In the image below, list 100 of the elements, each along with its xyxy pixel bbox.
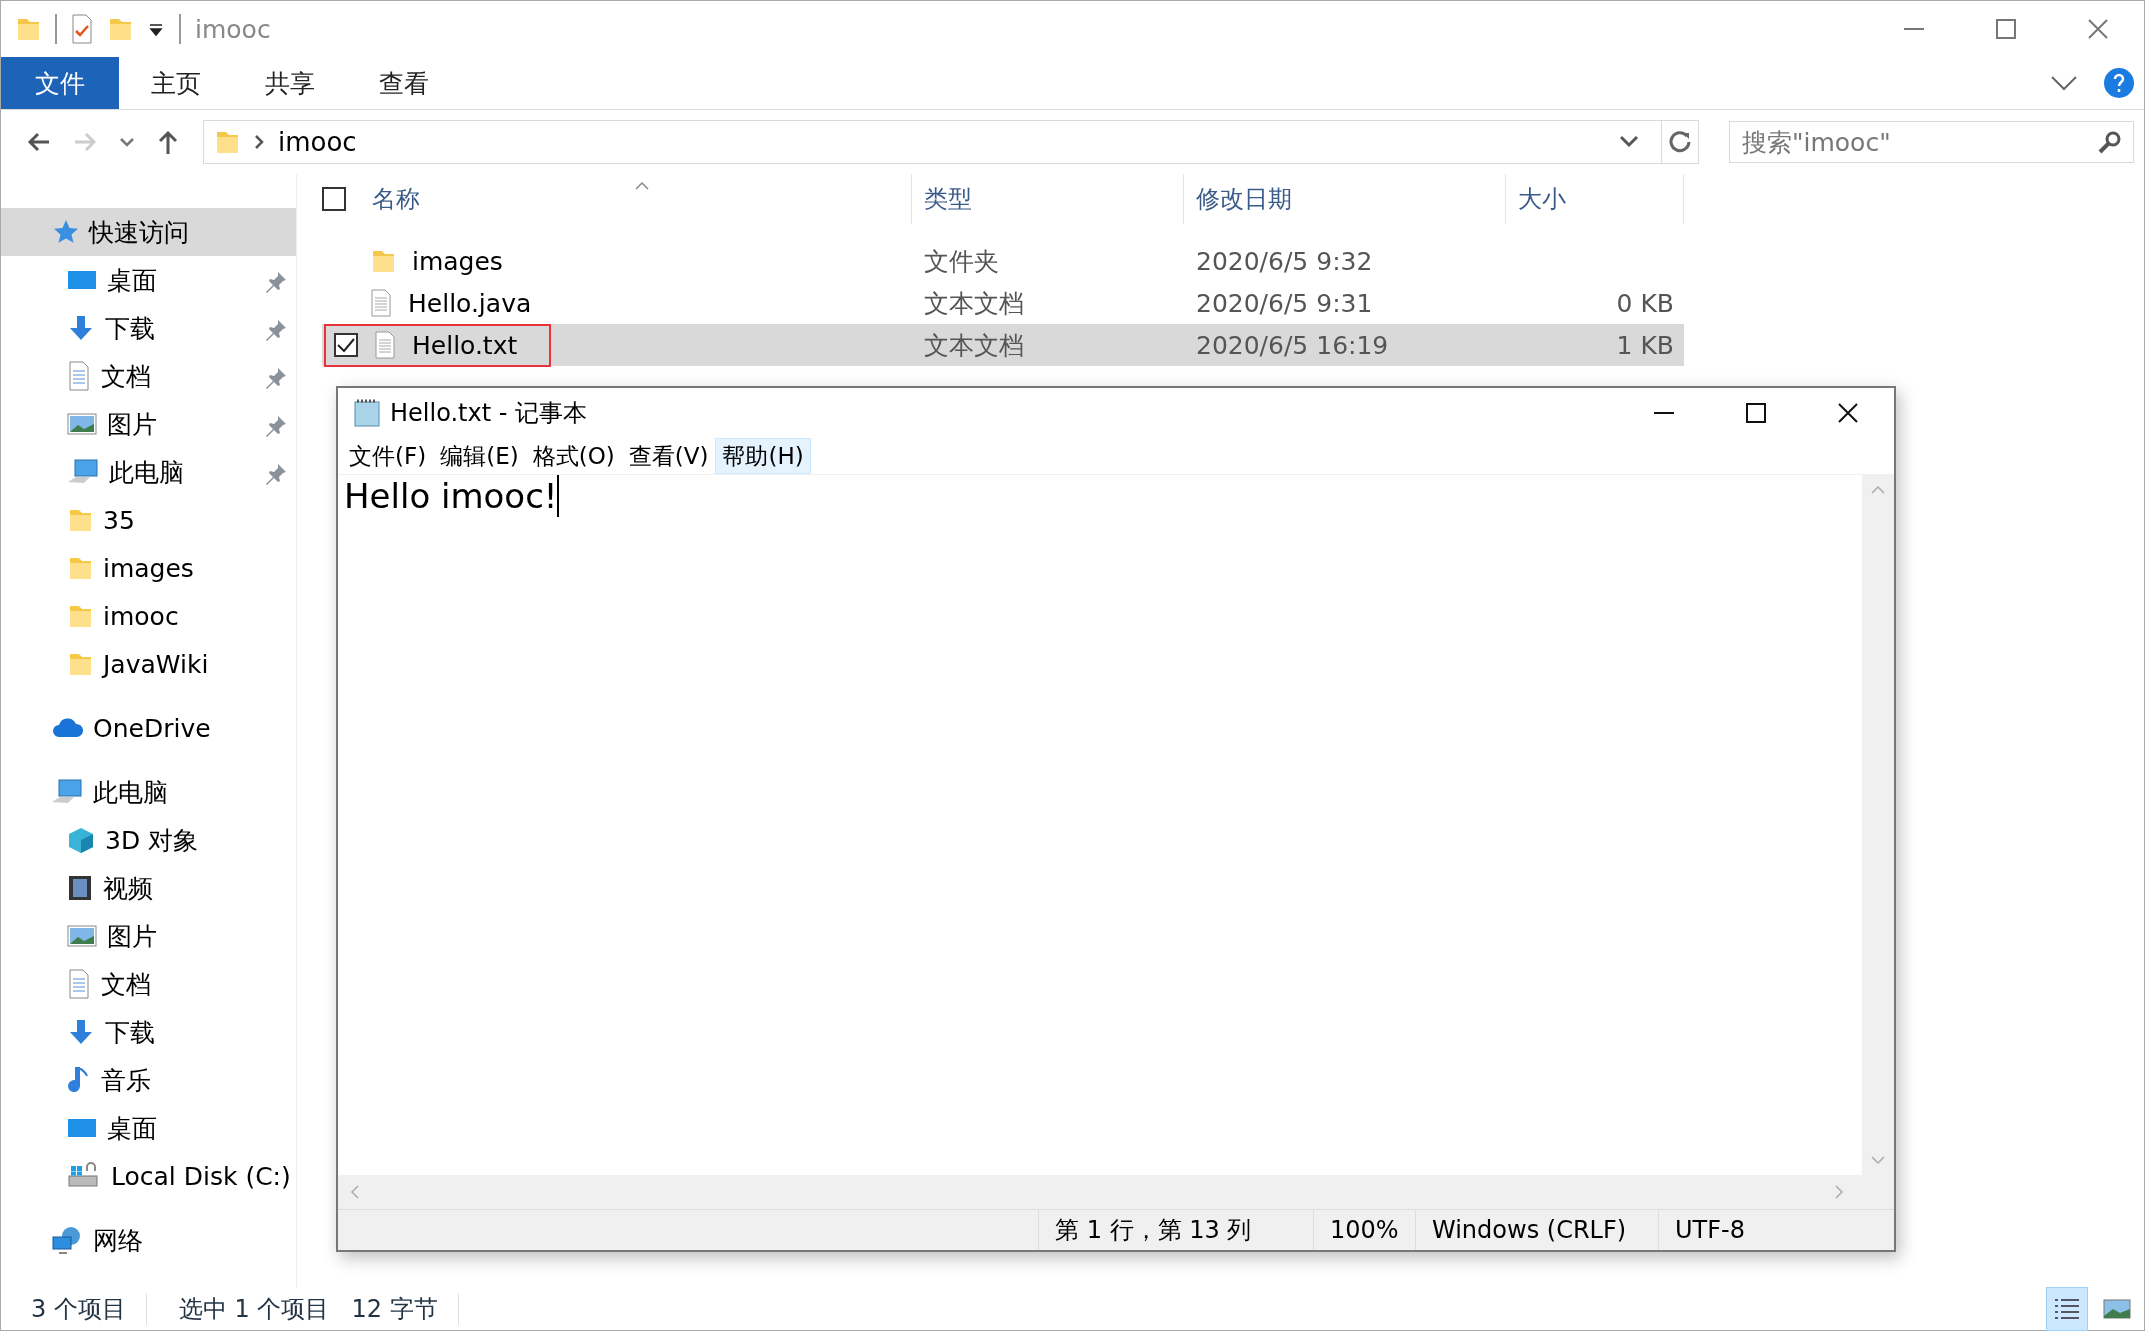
film-icon [67,874,93,902]
ribbon-tab[interactable]: 查看 [347,57,461,109]
nav-item[interactable]: 文档 [1,960,296,1008]
vertical-scrollbar[interactable] [1862,475,1894,1175]
desktop-icon [67,268,97,292]
refresh-icon[interactable] [1668,130,1692,154]
window-title: Hello.txt - 记事本 [390,398,587,429]
column-header[interactable]: 类型 [912,174,1184,224]
nav-item[interactable]: JavaWiki [1,640,296,688]
search-icon [2098,130,2122,154]
ribbon-tab[interactable]: 共享 [233,57,347,109]
modified-date: 2020/6/5 9:31 [1196,288,1373,318]
path-segment[interactable]: imooc [278,127,357,157]
nav-item[interactable]: 此电脑 [1,768,296,816]
scroll-down-icon [1871,1155,1885,1165]
details-view-icon [2053,1297,2081,1321]
notepad-icon [352,398,382,428]
pin-icon [265,319,287,341]
status-text: UTF-8 [1675,1216,1745,1244]
modified-date: 2020/6/5 9:32 [1196,246,1373,276]
search-field[interactable]: 搜索"imooc" [1729,121,2134,163]
pin-icon [265,367,287,389]
expand-ribbon-icon[interactable] [2050,74,2078,92]
question-mark-icon [2112,73,2126,93]
file-type: 文本文档 [924,287,1024,320]
computer-icon [51,778,83,806]
file-name: Hello.java [408,288,532,318]
nav-item[interactable]: 桌面 [1,256,296,304]
computer-icon [67,458,99,486]
nav-item[interactable]: 下载 [1,304,296,352]
nav-item[interactable]: 图片 [1,400,296,448]
text-editor[interactable]: Hello imooc! [338,475,1862,1175]
cloud-icon [51,717,83,739]
network-globe-icon [51,1225,83,1255]
status-text: Windows (CRLF) [1432,1216,1627,1244]
address-bar[interactable]: imooc [203,120,1699,164]
sort-caret-icon [634,180,650,190]
file-row[interactable]: Hello.txt [322,324,912,366]
window-title: imooc [195,14,271,44]
menu-item[interactable]: 格式(O) [525,438,622,474]
file-row[interactable]: Hello.java [322,282,912,324]
select-all-checkbox[interactable] [322,187,346,211]
pin-icon [265,415,287,437]
close-icon [1837,402,1859,424]
music-note-icon [67,1066,91,1094]
status-text: 第 1 行，第 13 列 [1055,1215,1252,1246]
nav-item[interactable]: 视频 [1,864,296,912]
nav-item[interactable]: imooc [1,592,296,640]
scroll-up-icon [1871,485,1885,495]
dropdown-chevron-icon[interactable] [1619,135,1639,149]
chevron-right-icon [254,134,264,150]
nav-item[interactable]: 桌面 [1,1104,296,1152]
document-icon [67,361,91,391]
menu-item[interactable]: 编辑(E) [433,438,526,474]
nav-item[interactable]: 文档 [1,352,296,400]
download-arrow-icon [67,314,95,342]
menu-item[interactable]: 文件(F) [342,438,434,474]
close-icon [2087,18,2109,40]
menu-item[interactable]: 帮助(H) [715,438,811,474]
file-name: Hello.txt [412,330,518,360]
column-header[interactable]: 名称 [372,183,420,215]
back-arrow-icon[interactable] [27,131,51,153]
ribbon-tab[interactable]: 文件 [1,57,119,109]
nav-item[interactable]: 音乐 [1,1056,296,1104]
column-header[interactable]: 大小 [1506,174,1684,224]
view-button[interactable] [2046,1287,2088,1331]
download-arrow-icon [67,1018,95,1046]
nav-item[interactable]: 3D 对象 [1,816,296,864]
nav-item[interactable]: 网络 [1,1216,296,1264]
maximize-icon [1745,402,1767,424]
row-checkbox[interactable] [334,333,358,357]
menu-item[interactable]: 查看(V) [621,438,716,474]
file-row[interactable]: images [322,240,912,282]
nav-item[interactable]: 此电脑 [1,448,296,496]
checklist-icon[interactable] [71,14,93,44]
nav-item[interactable]: images [1,544,296,592]
nav-item[interactable]: Local Disk (C:) [1,1152,296,1200]
minimize-icon [1653,412,1675,414]
scroll-left-icon [350,1185,360,1199]
checkmark-icon [337,337,355,353]
up-arrow-icon[interactable] [157,129,179,155]
desktop-icon [67,1116,97,1140]
nav-item[interactable]: OneDrive [1,704,296,752]
file-type: 文件夹 [924,245,999,278]
horizontal-scrollbar[interactable] [338,1175,1894,1210]
column-header[interactable]: 修改日期 [1184,174,1506,224]
nav-item[interactable]: 图片 [1,912,296,960]
modified-date: 2020/6/5 16:19 [1196,330,1389,360]
nav-item[interactable]: 下载 [1,1008,296,1056]
recent-dropdown-icon[interactable] [119,136,135,148]
selection-size: 12 字节 [351,1294,438,1325]
pin-icon [265,463,287,485]
help-icon[interactable] [2104,68,2134,98]
nav-item[interactable]: 快速访问 [1,208,296,256]
document-icon [67,969,91,999]
picture-icon [67,924,97,948]
item-count: 3 个项目 [31,1293,147,1325]
ribbon-tab[interactable]: 主页 [119,57,233,109]
minimize-icon [1903,28,1925,30]
nav-item[interactable]: 35 [1,496,296,544]
